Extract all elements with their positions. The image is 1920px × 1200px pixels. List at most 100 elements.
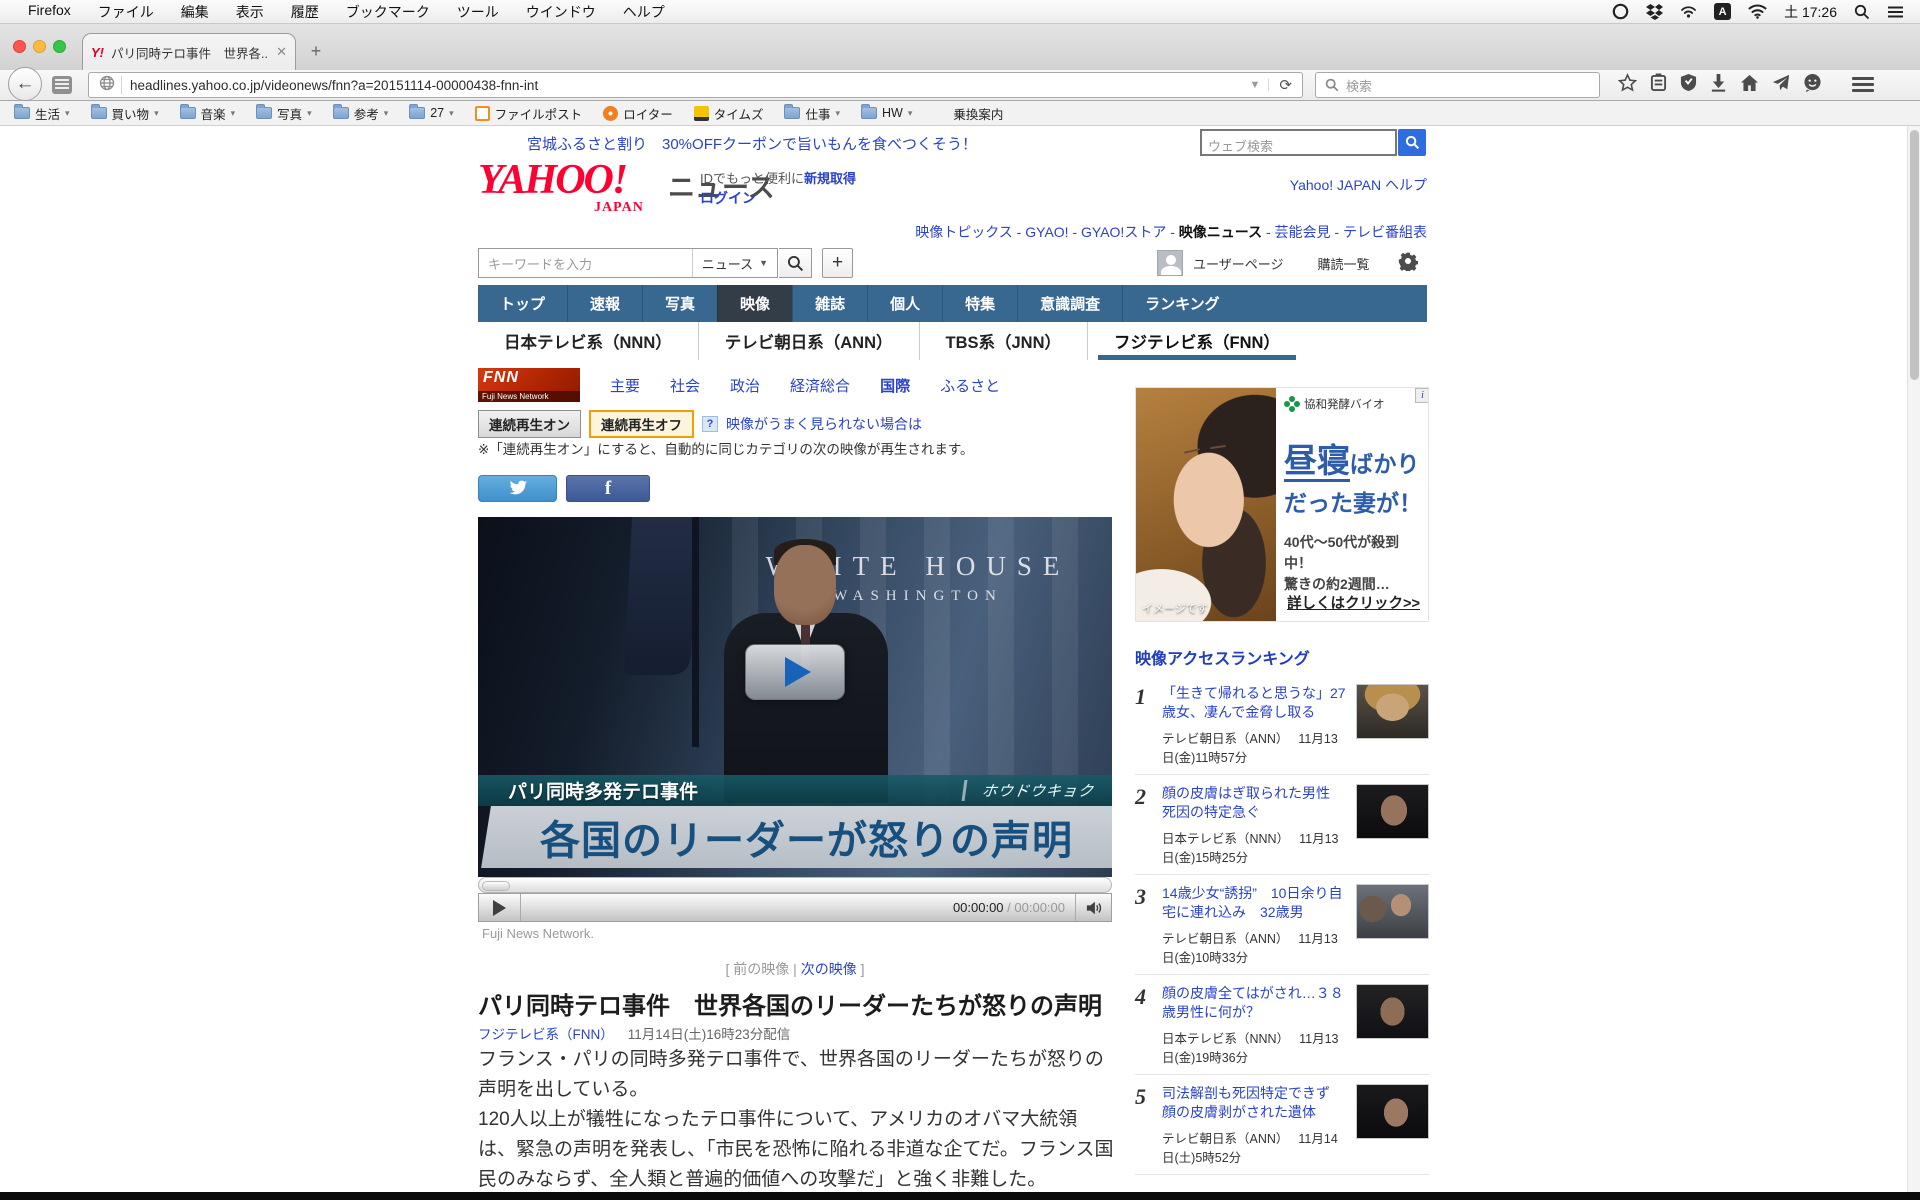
shield-icon[interactable] — [1680, 73, 1697, 92]
bookmark-item[interactable]: ロイター ▾ — [603, 104, 673, 123]
play-button[interactable] — [479, 894, 521, 921]
facebook-share-button[interactable]: f — [566, 475, 650, 502]
bookmark-item[interactable]: 乗換案内 ▾ — [933, 104, 1003, 123]
network-tab[interactable]: フジテレビ系（FNN） — [1087, 322, 1306, 360]
url-dropdown-icon[interactable]: ▼ — [1242, 79, 1270, 91]
service-link[interactable]: 芸能会見 — [1275, 224, 1331, 240]
video-player[interactable]: WHITE HOUSE WASHINGTON パリ同時多発テロ事件 ホウドウキョ… — [478, 517, 1112, 877]
nav-tab[interactable]: トップ — [478, 285, 567, 322]
nav-tab[interactable]: 意識調査 — [1017, 285, 1122, 322]
ranking-thumbnail[interactable] — [1356, 884, 1429, 939]
bookmark-item[interactable]: 写真 ▾ — [256, 104, 312, 123]
bookmark-item[interactable]: 仕事 ▾ — [784, 104, 840, 123]
reload-button[interactable]: ⟳ — [1269, 76, 1302, 94]
menubar-item[interactable]: ウインドウ — [526, 2, 596, 22]
service-link[interactable]: 映像ニュース — [1179, 224, 1262, 240]
yahoo-logo[interactable]: YAHOO! — [478, 160, 626, 200]
article-source-link[interactable]: フジテレビ系（FNN） — [478, 1027, 614, 1042]
service-link[interactable]: 映像トピックス — [915, 224, 1013, 240]
bookmark-item[interactable]: 買い物 ▾ — [91, 104, 159, 123]
download-icon[interactable] — [1710, 73, 1727, 92]
fnn-category-link[interactable]: 経済総合 — [790, 375, 850, 396]
ranking-thumbnail[interactable] — [1356, 984, 1429, 1039]
wifi-icon[interactable] — [1748, 4, 1767, 19]
dropbox-icon[interactable] — [1646, 3, 1663, 20]
clipboard-icon[interactable] — [1650, 73, 1667, 92]
nav-tab[interactable]: 個人 — [867, 285, 942, 322]
page-scrollbar[interactable] — [1907, 126, 1920, 1200]
continuous-play-on-button[interactable]: 連続再生オン — [478, 410, 581, 438]
menubar-item[interactable]: 編集 — [181, 2, 209, 22]
menu-hamburger-icon[interactable] — [1852, 77, 1874, 93]
menubar-item[interactable]: 履歴 — [291, 2, 319, 22]
spotlight-icon[interactable] — [1854, 4, 1870, 20]
home-icon[interactable] — [1740, 74, 1759, 92]
ranking-thumbnail[interactable] — [1356, 684, 1429, 739]
service-link[interactable]: GYAO!ストア — [1081, 224, 1166, 240]
fnn-category-link[interactable]: 主要 — [610, 375, 640, 396]
ad-banner[interactable]: イメージです 協和発酵バイオ i 昼寝ばかり だった妻が！ 40代～50代が殺到… — [1135, 387, 1429, 622]
menubar-item[interactable]: ファイル — [98, 2, 154, 22]
fnn-category-link[interactable]: 国際 — [880, 375, 910, 396]
login-link[interactable]: ログイン — [700, 188, 756, 208]
help-link[interactable]: ヘルプ — [1385, 177, 1427, 193]
url-bar[interactable]: headlines.yahoo.co.jp/videonews/fnn?a=20… — [88, 72, 1303, 98]
prev-video-link[interactable]: 前の映像 — [733, 961, 789, 977]
ranking-item-link[interactable]: 司法解剖も死因特定できず 顔の皮膚剥がされた遺体 — [1162, 1085, 1344, 1120]
menubar-clock[interactable]: 土 17:26 — [1784, 2, 1837, 22]
playback-help-link[interactable]: 映像がうまく見られない場合は — [726, 414, 922, 434]
ranking-item-link[interactable]: 14歳少女“誘拐” 10日余り自宅に連れ込み 32歳男 — [1162, 885, 1342, 920]
fnn-category-link[interactable]: ふるさと — [940, 375, 1000, 396]
bookmark-item[interactable]: 生活 ▾ — [14, 104, 70, 123]
creative-cloud-icon[interactable] — [1612, 3, 1629, 20]
twitter-share-button[interactable] — [478, 475, 557, 502]
browser-tab[interactable]: Y! パリ同時テロ事件 世界各... ✕ — [82, 33, 296, 70]
bookmark-item[interactable]: 音楽 ▾ — [180, 104, 236, 123]
bookmark-item[interactable]: HW ▾ — [861, 106, 912, 120]
video-progress-bar[interactable] — [478, 877, 1112, 893]
news-search-button[interactable] — [779, 248, 812, 278]
ad-info-icon[interactable]: i — [1415, 388, 1429, 403]
hotspot-icon[interactable] — [1680, 4, 1697, 19]
search-scope-dropdown[interactable]: ニュース▼ — [692, 249, 777, 277]
ranking-item-link[interactable]: 顔の皮膚全てはがされ…３８歳男性に何が？ — [1162, 985, 1344, 1020]
url-text[interactable]: headlines.yahoo.co.jp/videonews/fnn?a=20… — [130, 78, 538, 93]
news-search-input[interactable]: キーワードを入力 ニュース▼ — [478, 248, 778, 278]
send-plane-icon[interactable] — [1772, 74, 1790, 92]
menubar-item[interactable]: Firefox — [28, 2, 71, 22]
site-identity-globe-icon[interactable] — [99, 75, 115, 96]
add-keyword-button[interactable]: + — [822, 248, 853, 278]
service-link[interactable]: GYAO! — [1025, 224, 1068, 240]
window-minimize-button[interactable] — [33, 40, 46, 53]
ranking-item-link[interactable]: 「生きて帰れると思うな」27歳女、凄んで金脅し取る — [1162, 685, 1346, 720]
network-tab[interactable]: TBS系（JNN） — [919, 322, 1088, 360]
continuous-play-off-button[interactable]: 連続再生オフ — [589, 410, 694, 438]
network-tab[interactable]: 日本テレビ系（NNN） — [478, 322, 698, 360]
chat-smiley-icon[interactable] — [1803, 73, 1822, 92]
yahoo-japan-link[interactable]: Yahoo! JAPAN — [1290, 177, 1381, 193]
user-page-link[interactable]: ユーザーページ — [1193, 254, 1283, 273]
bookmark-item[interactable]: タイムズ ▾ — [694, 104, 764, 123]
input-source-icon[interactable]: A — [1714, 3, 1731, 20]
fnn-category-link[interactable]: 社会 — [670, 375, 700, 396]
tab-close-icon[interactable]: ✕ — [276, 44, 287, 60]
nav-tab[interactable]: 特集 — [942, 285, 1017, 322]
nav-tab[interactable]: 雑誌 — [792, 285, 867, 322]
avatar[interactable] — [1157, 250, 1183, 276]
menubar-item[interactable]: ヘルプ — [623, 2, 665, 22]
bookmark-star-icon[interactable] — [1618, 73, 1637, 92]
register-link[interactable]: 新規取得 — [804, 171, 856, 186]
web-search-button[interactable] — [1398, 129, 1426, 156]
history-tiles-icon[interactable] — [52, 76, 72, 94]
ad-cta-link[interactable]: 詳しくはクリック>> — [1287, 592, 1420, 613]
nav-tab[interactable]: 映像 — [717, 285, 792, 322]
ranking-thumbnail[interactable] — [1356, 784, 1429, 839]
play-overlay-button[interactable] — [745, 644, 845, 700]
fnn-logo[interactable]: FNN Fuji News Network — [478, 368, 580, 402]
menubar-item[interactable]: 表示 — [236, 2, 264, 22]
notification-center-icon[interactable] — [1887, 5, 1904, 19]
next-video-link[interactable]: 次の映像 — [801, 961, 857, 977]
nav-tab[interactable]: 写真 — [642, 285, 717, 322]
menubar-item[interactable]: ブックマーク — [346, 2, 430, 22]
fnn-category-link[interactable]: 政治 — [730, 375, 760, 396]
